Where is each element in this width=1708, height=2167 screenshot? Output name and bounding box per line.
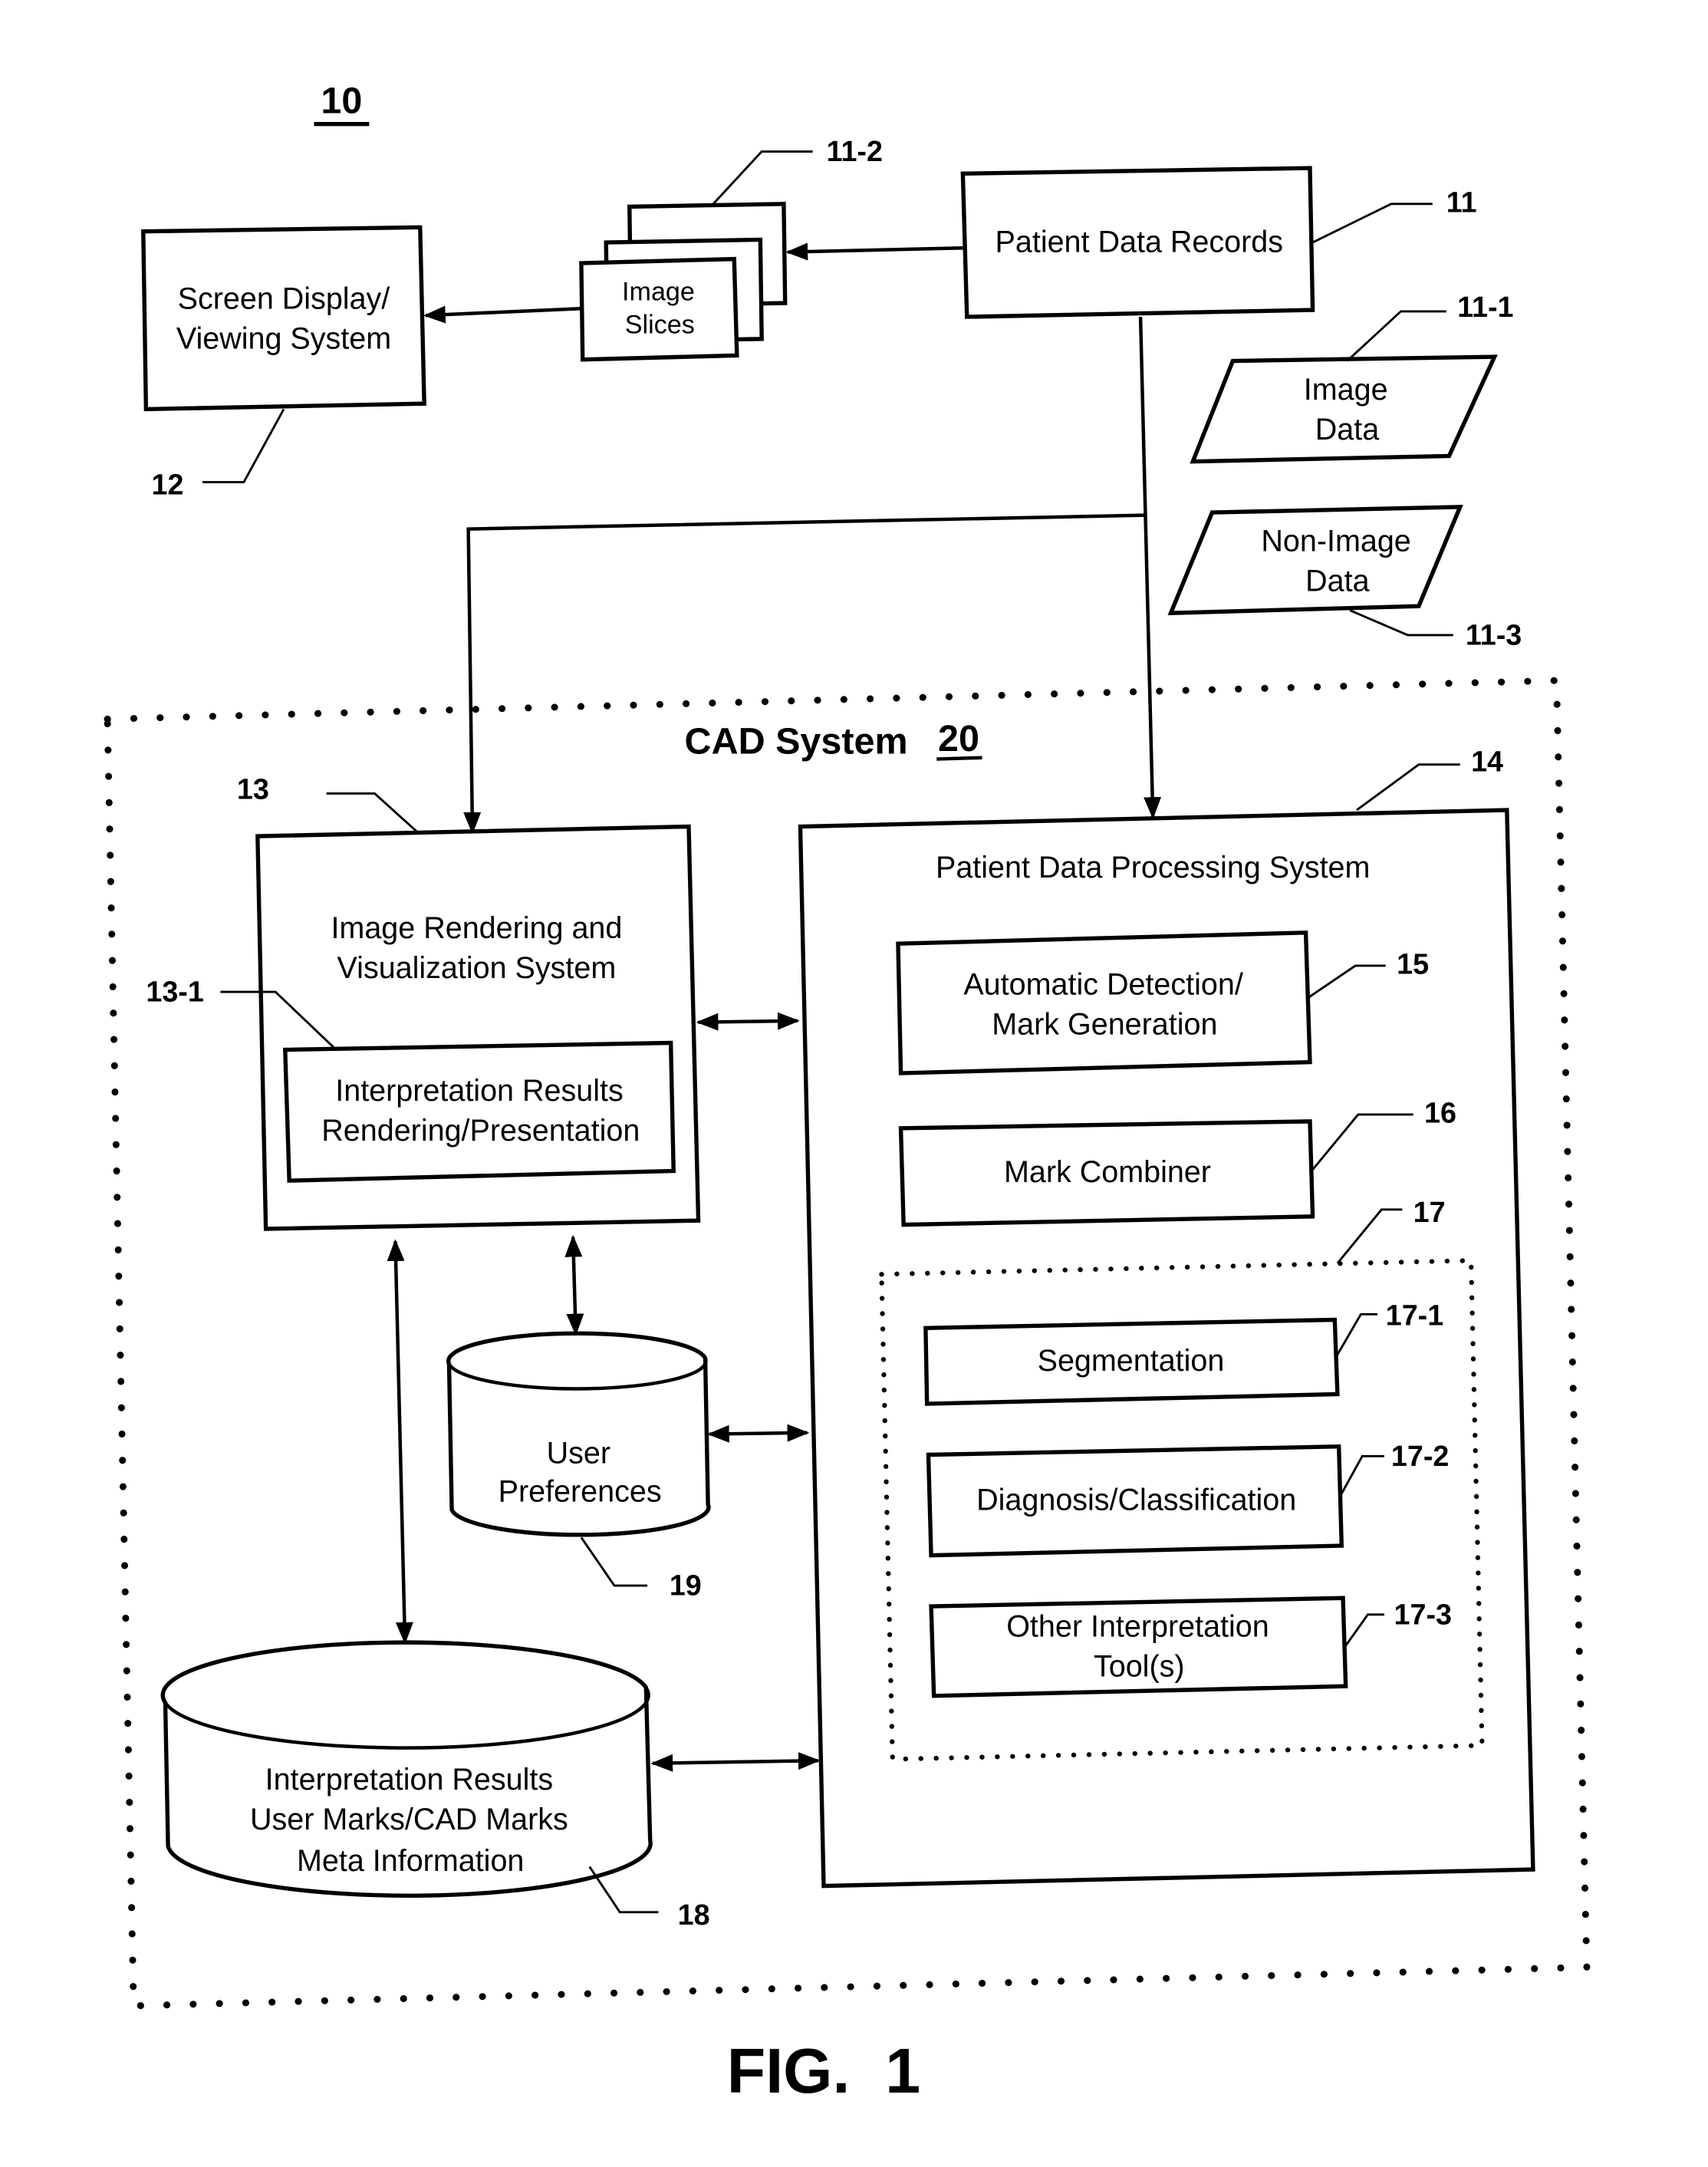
interp-rendering-label-2: Rendering/Presentation: [321, 1114, 640, 1148]
interp-results-db-label-2: User Marks/CAD Marks: [250, 1803, 568, 1836]
mark-combiner-label: Mark Combiner: [1004, 1155, 1211, 1189]
patient-data-records-label: Patient Data Records: [996, 226, 1283, 259]
figure-number: 10: [314, 80, 370, 127]
diagnosis-label: Diagnosis/Classification: [976, 1483, 1296, 1517]
mark-combiner-ref: 16: [1424, 1097, 1456, 1129]
patient-data-records-leader: [1311, 203, 1433, 244]
image-rendering-label-1: Image Rendering and: [331, 911, 622, 945]
image-data-leader: [1346, 310, 1446, 362]
interp-tools-ref: 17: [1413, 1196, 1446, 1228]
image-slice-front: [579, 256, 739, 362]
image-rendering-label-2: Visualization System: [337, 951, 617, 985]
image-slices-node: Image Slices 11-2: [579, 135, 883, 362]
screen-display-ref: 12: [152, 469, 184, 501]
non-image-data-label-1: Non-Image: [1261, 524, 1410, 558]
user-preferences-label-1: User: [547, 1436, 610, 1470]
interp-results-db-label-3: Meta Information: [297, 1844, 524, 1878]
patient-data-records-ref: 11: [1446, 186, 1477, 219]
image-slices-ref: 11-2: [827, 135, 883, 167]
arrow-userprefs-processing: [707, 1424, 810, 1443]
cad-system-label: CAD System: [685, 720, 908, 762]
user-preferences-label-2: Preferences: [499, 1475, 662, 1509]
user-preferences-ref: 19: [670, 1569, 702, 1602]
diagnosis-ref: 17-2: [1391, 1440, 1449, 1472]
interp-results-db-node: Interpretation Results User Marks/CAD Ma…: [160, 1640, 710, 1931]
auto-detection-box: [896, 930, 1312, 1075]
arrow-records-to-rendering: [463, 513, 1145, 835]
figure-caption: FIG. 1: [727, 2035, 920, 2106]
other-tools-label-2: Tool(s): [1094, 1650, 1185, 1684]
screen-display-label-2: Viewing System: [176, 321, 391, 355]
non-image-data-ref: 11-3: [1466, 618, 1522, 650]
arrow-rendering-interpdb: [387, 1239, 413, 1645]
interp-rendering-box: [282, 1040, 676, 1183]
cad-system-title: CAD System 20: [685, 718, 982, 762]
patient-processing-ref: 14: [1471, 746, 1503, 778]
arrow-records-to-processing: [1138, 317, 1162, 819]
auto-detection-ref: 15: [1397, 948, 1429, 980]
patient-processing-label: Patient Data Processing System: [936, 851, 1370, 884]
arrow-rendering-userprefs: [564, 1234, 584, 1336]
screen-display-node: Screen Display/ Viewing System 12: [141, 225, 426, 501]
interp-rendering-label-1: Interpretation Results: [335, 1074, 623, 1108]
figure-number-text: 10: [321, 80, 362, 121]
non-image-data-leader: [1349, 609, 1453, 637]
patent-diagram: 10 Screen Display/ Viewing System 12 Ima…: [104, 80, 1591, 2106]
screen-display-box: [141, 225, 426, 412]
arrow-records-to-slices: [785, 242, 963, 261]
auto-detection-label-1: Automatic Detection/: [963, 968, 1242, 1002]
cad-system-number-underline: [936, 756, 982, 761]
image-data-label-1: Image: [1304, 373, 1388, 407]
segmentation-ref: 17-1: [1386, 1299, 1443, 1332]
image-rendering-ref: 13: [237, 773, 269, 805]
screen-display-label-1: Screen Display/: [178, 282, 390, 315]
image-slices-label-1: Image: [622, 278, 695, 307]
interp-rendering-ref: 13-1: [146, 976, 203, 1008]
image-rendering-leader: [326, 792, 419, 833]
auto-detection-label-2: Mark Generation: [992, 1008, 1217, 1042]
patient-data-records-node: Patient Data Records 11: [960, 166, 1477, 319]
cad-system-number: 20: [938, 718, 979, 759]
non-image-data-label-2: Data: [1305, 564, 1369, 598]
image-data-ref: 11-1: [1457, 291, 1513, 323]
image-slices-label-2: Slices: [625, 311, 695, 340]
patient-processing-leader: [1356, 763, 1460, 812]
image-data-node: Image Data 11-1: [1190, 291, 1514, 464]
arrow-slices-to-display: [423, 305, 581, 324]
segmentation-label: Segmentation: [1038, 1344, 1225, 1378]
interp-results-db-label-1: Interpretation Results: [265, 1763, 553, 1797]
user-preferences-node: User Preferences 19: [446, 1331, 711, 1602]
other-tools-label-1: Other Interpretation: [1006, 1610, 1269, 1644]
non-image-data-node: Non-Image Data 11-3: [1167, 505, 1522, 650]
arrow-rendering-processing: [696, 1012, 800, 1031]
screen-display-leader: [202, 408, 285, 484]
arrow-interpdb-processing: [650, 1752, 821, 1772]
image-data-label-2: Data: [1315, 413, 1379, 446]
other-tools-ref: 17-3: [1394, 1598, 1452, 1630]
image-slices-leader: [709, 150, 813, 208]
interp-results-db-ref: 18: [678, 1899, 710, 1931]
user-preferences-leader: [580, 1536, 648, 1587]
